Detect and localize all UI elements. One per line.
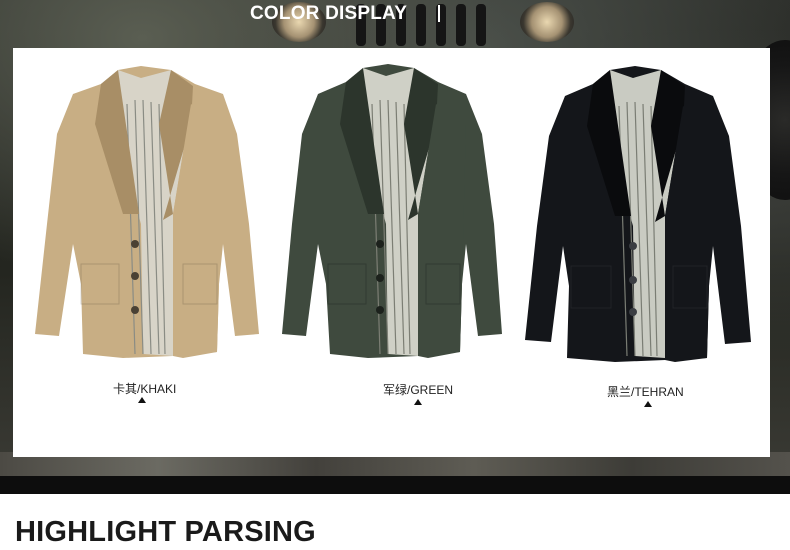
jacket-tehran[interactable] xyxy=(515,66,755,366)
hero-banner: COLOR DISPLAY 卡其/KHAKI 军绿/GREEN 黑兰/TEHRA… xyxy=(0,0,790,476)
caption-arrow-icon xyxy=(644,401,652,407)
caption-tehran: 黑兰/TEHRAN xyxy=(607,385,684,399)
jacket-khaki[interactable] xyxy=(23,64,263,364)
caption-arrow-icon xyxy=(138,397,146,403)
title-divider xyxy=(438,5,440,22)
divider-band xyxy=(0,476,790,494)
caption-green: 军绿/GREEN xyxy=(383,383,454,397)
highlight-parsing-title: HIGHLIGHT PARSING xyxy=(15,516,316,548)
caption-khaki: 卡其/KHAKI xyxy=(113,382,177,396)
product-panel: 卡其/KHAKI 军绿/GREEN 黑兰/TEHRAN xyxy=(13,48,770,457)
jacket-green[interactable] xyxy=(268,64,508,364)
caption-arrow-icon xyxy=(414,399,422,405)
headlamp-right xyxy=(520,2,574,42)
color-display-title: COLOR DISPLAY xyxy=(250,3,408,24)
